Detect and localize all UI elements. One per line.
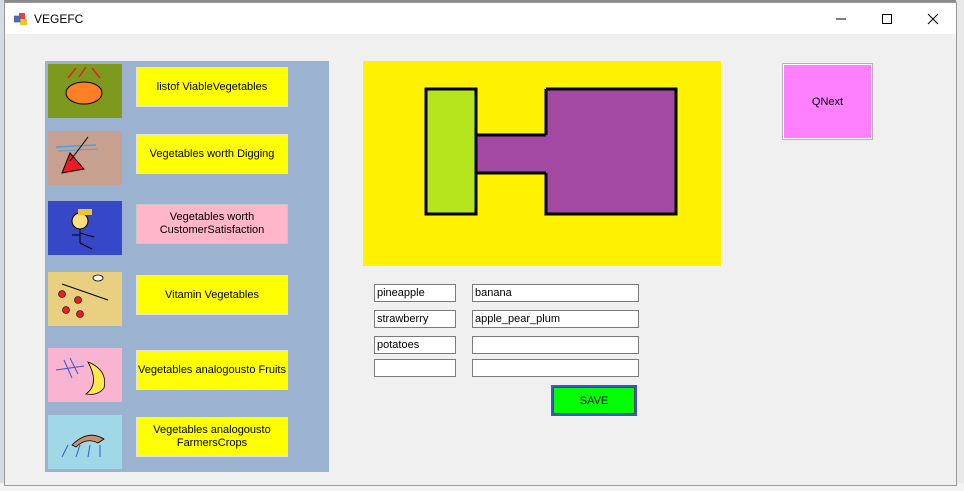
banana-icon (48, 348, 122, 402)
preview-drawing (424, 87, 678, 216)
menu-button-analogous-fruits[interactable]: Vegetables analogousto Fruits (136, 350, 288, 390)
app-window: VEGEFC listof ViableVegetables Vegetable… (4, 2, 957, 486)
menu-button-worth-digging[interactable]: Vegetables worth Digging (136, 134, 288, 174)
input-right-4[interactable] (472, 359, 639, 377)
red-triangle-icon (48, 131, 122, 185)
close-icon (927, 13, 939, 24)
menu-thumb-3[interactable] (48, 201, 122, 255)
menu-button-customer-satisfaction[interactable]: Vegetables worth CustomerSatisfaction (136, 204, 288, 244)
crops-icon (48, 415, 122, 469)
input-left-4[interactable] (374, 359, 456, 377)
minimize-button[interactable] (818, 3, 864, 34)
app-icon (14, 13, 27, 25)
menu-button-farmers-crops[interactable]: Vegetables analogousto FarmersCrops (136, 417, 288, 457)
preview-canvas (363, 61, 721, 266)
input-right-1[interactable]: banana (472, 284, 639, 302)
save-button[interactable]: SAVE (551, 385, 637, 416)
desktop-background-right (956, 0, 964, 491)
menu-thumb-6[interactable] (48, 415, 122, 469)
input-left-2[interactable]: strawberry (374, 310, 456, 328)
purple-block (544, 87, 678, 216)
minimize-icon (836, 18, 846, 19)
red-dots-icon (48, 272, 122, 326)
menu-thumb-2[interactable] (48, 131, 122, 185)
menu-thumb-5[interactable] (48, 348, 122, 402)
orange-ellipse-icon (48, 64, 122, 118)
input-left-1[interactable]: pineapple (374, 284, 456, 302)
input-left-3[interactable]: potatoes (374, 336, 456, 354)
input-right-2[interactable]: apple_pear_plum (472, 310, 639, 328)
title-bar[interactable]: VEGEFC (5, 3, 956, 34)
window-title: VEGEFC (34, 12, 84, 26)
green-block (424, 87, 478, 216)
menu-thumb-1[interactable] (48, 64, 122, 118)
stick-figure-icon (48, 201, 122, 255)
vegetable-menu-panel: listof ViableVegetables Vegetables worth… (45, 61, 329, 472)
menu-button-viable-vegetables[interactable]: listof ViableVegetables (136, 67, 288, 107)
qnext-button[interactable]: QNext (782, 63, 873, 140)
connector-bar (476, 135, 548, 173)
close-button[interactable] (910, 3, 956, 34)
menu-button-vitamin-vegetables[interactable]: Vitamin Vegetables (136, 275, 288, 315)
input-right-3[interactable] (472, 336, 639, 354)
maximize-button[interactable] (864, 3, 910, 34)
maximize-icon (882, 13, 892, 24)
menu-thumb-4[interactable] (48, 272, 122, 326)
